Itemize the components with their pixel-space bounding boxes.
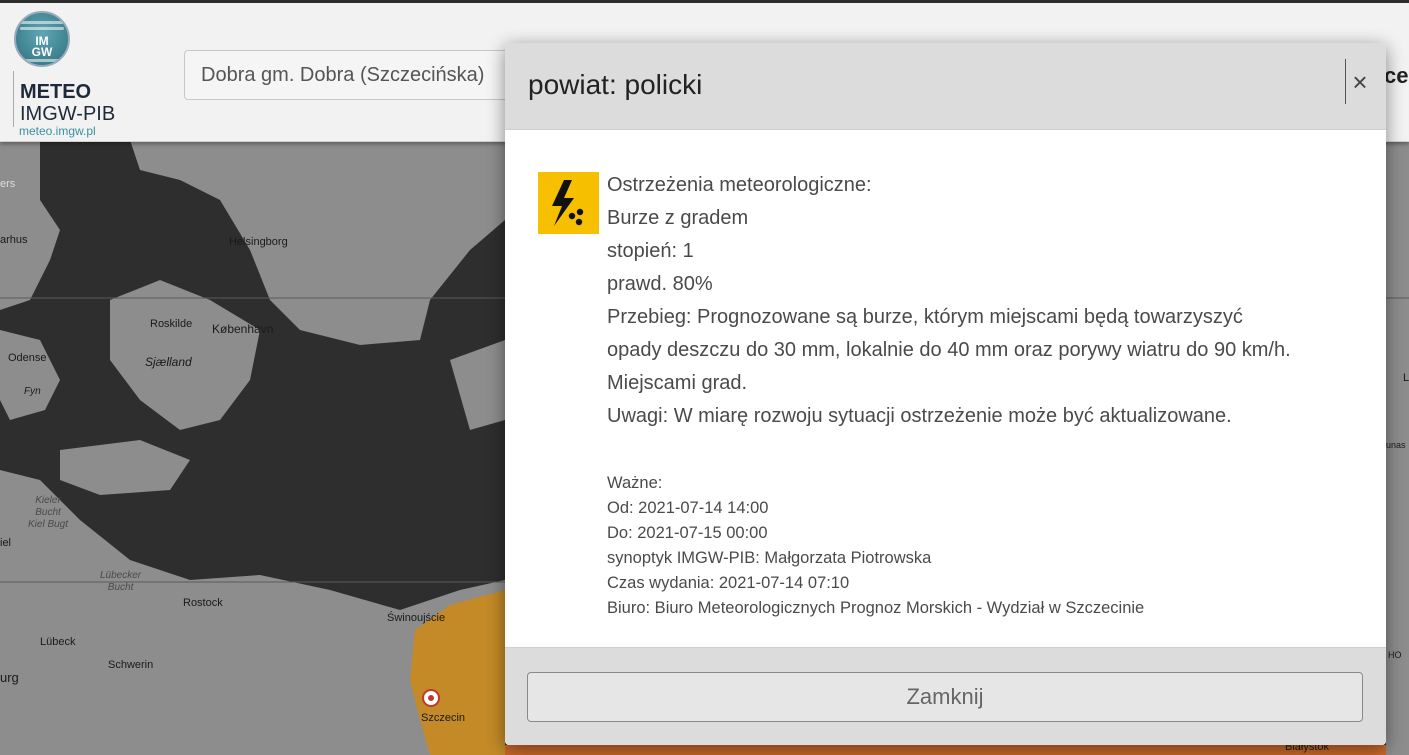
- warning-course-line: Przebieg: Prognozowane są burze, którym …: [607, 306, 1243, 328]
- meta-valid-to: Do: 2021-07-15 00:00: [607, 524, 768, 542]
- map-label: iel: [0, 537, 12, 549]
- meta-office: Biuro: Biuro Meteorologicznych Prognoz M…: [607, 599, 1145, 617]
- map-label: Roskilde: [150, 318, 193, 330]
- warning-course-line: Miejscami grad.: [607, 372, 748, 394]
- close-button[interactable]: Zamknij: [527, 672, 1363, 722]
- meta-valid-from: Od: 2021-07-14 14:00: [607, 499, 769, 517]
- brand-org: IMGW-PIB: [20, 103, 116, 125]
- warning-description: Ostrzeżenia meteorologiczne: Burze z gra…: [607, 169, 1377, 433]
- map-label: Szczecin: [421, 712, 466, 724]
- thunderstorm-hail-icon: [538, 172, 599, 234]
- brand-divider: [13, 71, 14, 127]
- warning-course-line: opady deszczu do 30 mm, lokalnie do 40 m…: [607, 339, 1291, 361]
- map-label: Świnoujście: [387, 612, 446, 624]
- map-label: arhus: [0, 234, 28, 246]
- map-label: HO: [1388, 650, 1402, 660]
- map-label: ers: [0, 178, 16, 190]
- map-label: Lübeck: [40, 636, 76, 648]
- warning-heading: Ostrzeżenia meteorologiczne:: [607, 174, 872, 196]
- location-search-input[interactable]: Dobra gm. Dobra (Szczecińska): [184, 50, 524, 100]
- modal-header: powiat: policki ×: [505, 43, 1386, 130]
- logo-text-bottom: GW: [31, 45, 53, 59]
- modal-title: powiat: policki: [528, 69, 703, 100]
- meta-forecaster: synoptyk IMGW-PIB: Małgorzata Piotrowska: [607, 549, 932, 567]
- map-label: Sjælland: [145, 355, 192, 369]
- warning-type: Burze z gradem: [607, 207, 749, 229]
- brand-block[interactable]: METEO IMGW-PIB meteo.imgw.pl: [19, 81, 116, 138]
- map-label: urg: [0, 670, 19, 685]
- map-label: unas: [1386, 440, 1406, 450]
- map-label: Rostock: [183, 597, 223, 609]
- warning-level: stopień: 1: [607, 240, 694, 262]
- map-label: Odense: [8, 352, 47, 364]
- brand-url: meteo.imgw.pl: [19, 124, 96, 138]
- map-label: Fyn: [24, 386, 41, 397]
- imgw-logo[interactable]: IM GW: [14, 11, 70, 67]
- warning-probability: prawd. 80%: [607, 273, 713, 295]
- meta-valid-label: Ważne:: [607, 474, 663, 492]
- warning-notes: Uwagi: W miarę rozwoju sytuacji ostrzeże…: [607, 405, 1232, 427]
- brand-name: METEO: [20, 81, 92, 103]
- modal-footer: Zamknij: [505, 647, 1386, 745]
- map-label: Kieler Bucht Kiel Bugt: [28, 495, 69, 530]
- meta-issue-time: Czas wydania: 2021-07-14 07:10: [607, 574, 850, 592]
- map-label: Schwerin: [108, 659, 154, 671]
- map-label: Lübecker Bucht: [100, 570, 142, 593]
- warning-meta: Ważne: Od: 2021-07-14 14:00 Do: 2021-07-…: [607, 471, 1377, 621]
- close-icon[interactable]: ×: [1347, 68, 1373, 98]
- map-label: Helsingborg: [229, 236, 288, 248]
- header-right-text[interactable]: cel: [1384, 63, 1409, 89]
- close-divider: [1345, 59, 1346, 104]
- map-label: København: [212, 322, 274, 336]
- warning-modal: powiat: policki × Ostrzeżenia meteorolog…: [505, 43, 1386, 745]
- map-label: L: [1403, 372, 1409, 384]
